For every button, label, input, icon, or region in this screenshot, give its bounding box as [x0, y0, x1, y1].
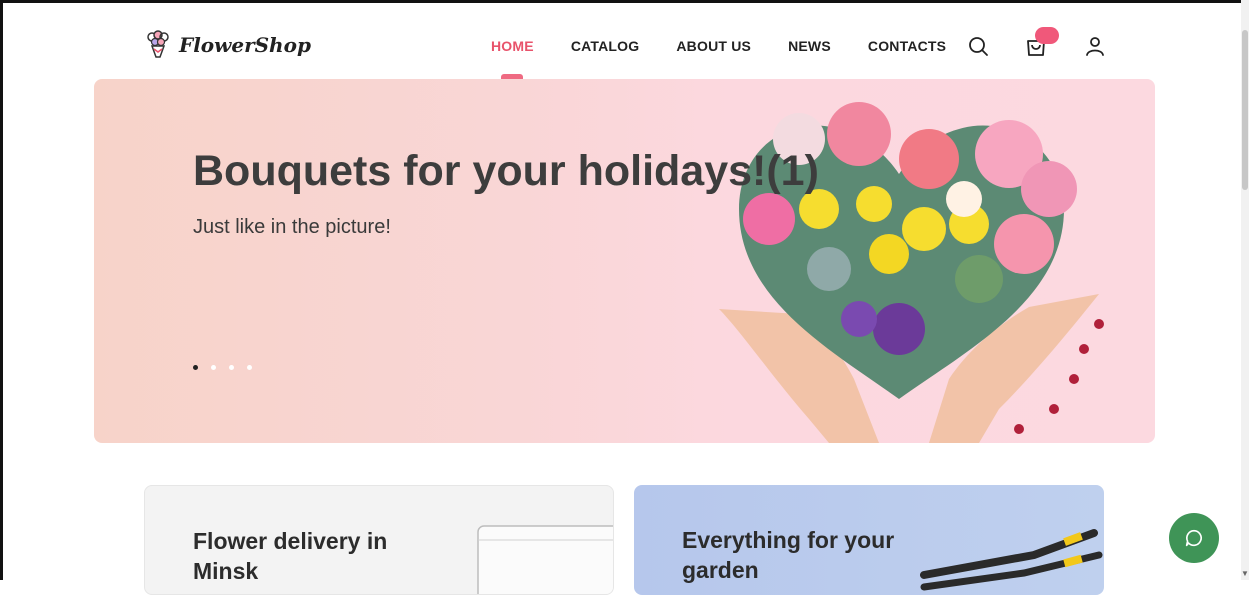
user-icon[interactable]: [1083, 34, 1107, 58]
chat-bubble-icon: [1185, 529, 1202, 547]
bouquet-logo-icon: [147, 30, 169, 58]
hero-subtitle: Just like in the picture!: [193, 216, 391, 238]
chat-button[interactable]: [1169, 513, 1219, 563]
hero-title: Bouquets for your holidays!(1): [193, 147, 819, 195]
heart-bouquet-image: [719, 102, 1104, 443]
page-scrollbar[interactable]: ▼: [1241, 0, 1249, 580]
nav-home[interactable]: HOME: [491, 38, 534, 80]
delivery-box-image: [477, 525, 613, 594]
slider-dot-3[interactable]: [229, 365, 234, 370]
slider-dot-2[interactable]: [211, 365, 216, 370]
scroll-down-arrow-icon[interactable]: ▼: [1241, 569, 1249, 578]
hero-slider[interactable]: Bouquets for your holidays!(1) Just like…: [94, 79, 1155, 443]
scrollbar-thumb[interactable]: [1242, 30, 1248, 190]
nav-catalog[interactable]: CATALOG: [571, 38, 640, 54]
garden-tools-image: [920, 529, 1103, 591]
main-nav: HOME CATALOG ABOUT US NEWS CONTACTS: [491, 38, 946, 80]
logo[interactable]: FlowerShop: [145, 30, 311, 60]
slider-dots: [193, 365, 252, 370]
cart-badge: [1035, 27, 1059, 44]
site-header: FlowerShop HOME CATALOG ABOUT US NEWS CO…: [0, 0, 1241, 80]
search-icon[interactable]: [966, 34, 990, 58]
promo-card-garden[interactable]: Everything for your garden: [634, 485, 1104, 595]
slider-dot-1[interactable]: [193, 365, 198, 370]
slider-dot-4[interactable]: [247, 365, 252, 370]
logo-text: FlowerShop: [179, 33, 311, 57]
promo-card-title: Everything for your garden: [682, 527, 895, 583]
promo-card-delivery[interactable]: Flower delivery in Minsk: [144, 485, 614, 595]
promo-card-title: Flower delivery in Minsk: [193, 528, 388, 584]
nav-news[interactable]: NEWS: [788, 38, 831, 54]
nav-about-us[interactable]: ABOUT US: [676, 38, 751, 54]
nav-contacts[interactable]: CONTACTS: [868, 38, 946, 54]
